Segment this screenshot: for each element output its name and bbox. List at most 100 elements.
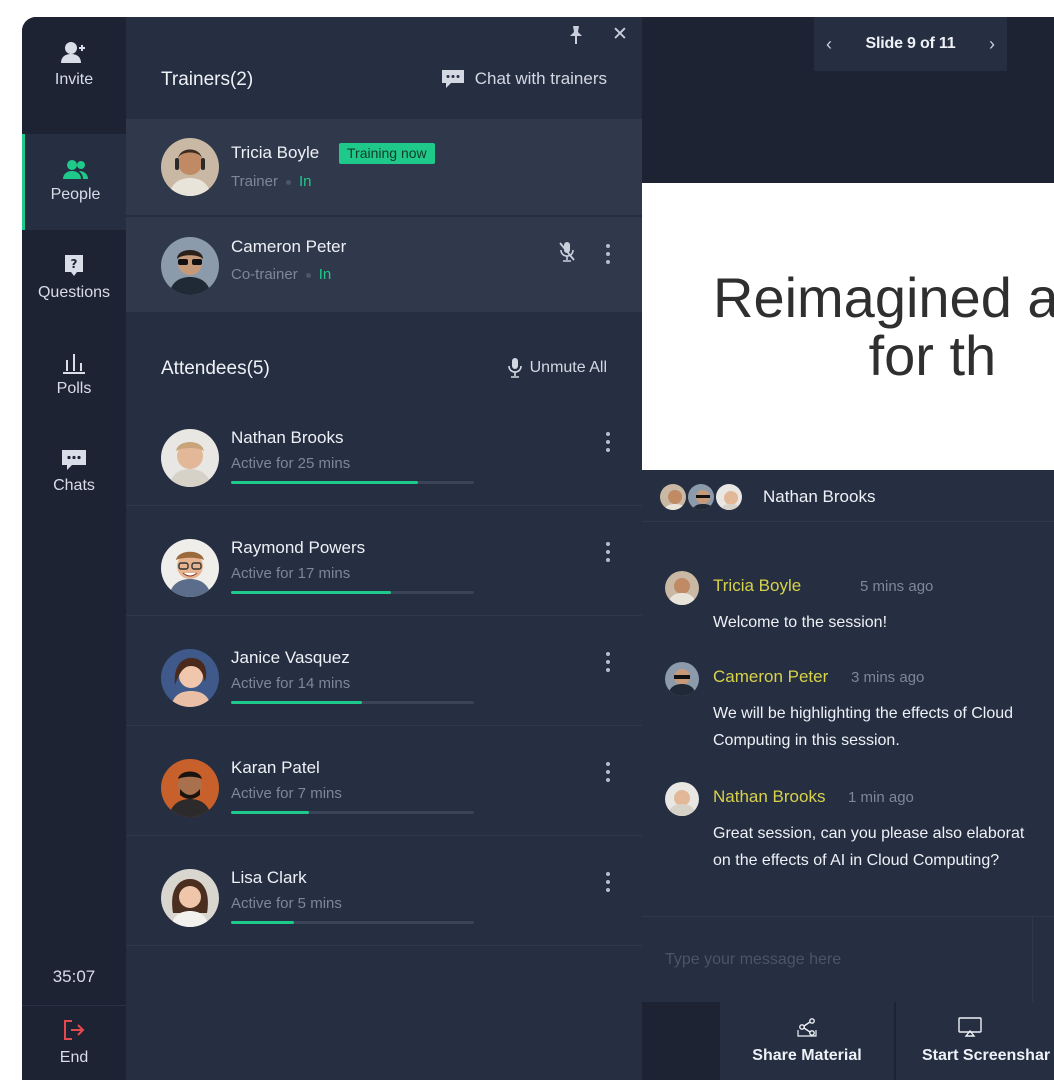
chat-with-trainers-label: Chat with trainers bbox=[474, 69, 607, 88]
trainer-status: In bbox=[298, 173, 312, 190]
chat-header[interactable]: Nathan Brooks bbox=[642, 470, 1054, 522]
more-options-icon[interactable] bbox=[606, 872, 610, 892]
more-options-icon[interactable] bbox=[606, 244, 610, 264]
attendee-name: Karan Patel bbox=[231, 758, 320, 777]
attendee-active-time: Active for 7 mins bbox=[231, 785, 342, 802]
app-window: Invite People ? Questions Polls Chats 35… bbox=[22, 17, 1054, 1080]
rail-polls-label: Polls bbox=[56, 380, 92, 397]
avatar bbox=[161, 649, 219, 707]
composer-divider bbox=[1032, 917, 1033, 1002]
message-composer bbox=[642, 916, 1054, 1002]
more-options-icon[interactable] bbox=[606, 652, 610, 672]
pin-icon[interactable] bbox=[568, 25, 584, 50]
activity-progress-fill bbox=[231, 921, 295, 924]
rail-people-label: People bbox=[50, 186, 101, 203]
attendee-active-time: Active for 25 mins bbox=[231, 455, 351, 472]
activity-progress-bar bbox=[231, 811, 474, 814]
trainers-header: ✕ Trainers(2) Chat with trainers bbox=[126, 17, 642, 119]
trainer-role-label: Trainer bbox=[231, 173, 278, 190]
rail-chats-button[interactable]: Chats bbox=[22, 424, 126, 520]
attendee-row[interactable]: Janice Vasquez Active for 14 mins bbox=[126, 616, 642, 726]
more-options-icon[interactable] bbox=[606, 432, 610, 452]
message-text: Great session, can you please also elabo… bbox=[713, 825, 1025, 869]
close-icon[interactable]: ✕ bbox=[612, 25, 628, 44]
avatar bbox=[161, 237, 219, 295]
slide-navigator: ‹ Slide 9 of 11 › bbox=[814, 17, 1007, 71]
activity-progress-bar bbox=[231, 481, 474, 484]
trainer-row[interactable]: Cameron Peter Co-trainer In bbox=[126, 216, 642, 312]
avatar bbox=[665, 662, 699, 696]
attendee-row[interactable]: Nathan Brooks Active for 25 mins bbox=[126, 396, 642, 506]
more-options-icon[interactable] bbox=[606, 542, 610, 562]
attendee-row[interactable]: Karan Patel Active for 7 mins bbox=[126, 726, 642, 836]
message-text: We will be highlighting the effects of C… bbox=[713, 705, 1014, 749]
exit-icon bbox=[64, 1020, 85, 1040]
rail-people-button[interactable]: People bbox=[22, 134, 126, 230]
start-screenshare-label: Start Screenshar bbox=[922, 1047, 1051, 1064]
people-panel: ✕ Trainers(2) Chat with trainers Tricia … bbox=[126, 17, 642, 1080]
rail-invite-label: Invite bbox=[54, 71, 94, 88]
activity-progress-bar bbox=[231, 921, 474, 924]
microphone-icon bbox=[507, 358, 522, 378]
message-text: Welcome to the session! bbox=[713, 614, 888, 631]
trainer-role: Co-trainer In bbox=[231, 266, 331, 283]
trainer-status: In bbox=[318, 266, 332, 283]
chat-bubble-icon bbox=[62, 450, 86, 470]
share-material-label: Share Material bbox=[752, 1047, 862, 1064]
trainer-role-label: Co-trainer bbox=[231, 266, 298, 283]
activity-progress-fill bbox=[231, 701, 363, 704]
activity-progress-bar bbox=[231, 701, 474, 704]
attendee-name: Nathan Brooks bbox=[231, 428, 344, 447]
avatar bbox=[161, 429, 219, 487]
trainer-name: Cameron Peter bbox=[231, 237, 347, 256]
attendee-name: Raymond Powers bbox=[231, 538, 366, 557]
activity-progress-fill bbox=[231, 811, 309, 814]
attendee-name: Janice Vasquez bbox=[231, 648, 350, 667]
rail-questions-label: Questions bbox=[37, 284, 111, 301]
presentation-slide: Reimagined a for th bbox=[642, 183, 1054, 470]
separator-dot bbox=[305, 272, 311, 278]
attendee-row[interactable]: Raymond Powers Active for 17 mins bbox=[126, 506, 642, 616]
chevron-left-icon[interactable]: ‹ bbox=[826, 34, 832, 55]
share-icon bbox=[797, 1018, 817, 1037]
avatar bbox=[665, 782, 699, 816]
left-rail: Invite People ? Questions Polls Chats 35… bbox=[22, 17, 126, 1080]
avatar bbox=[161, 539, 219, 597]
unmute-all-label: Unmute All bbox=[529, 359, 607, 376]
rail-polls-button[interactable]: Polls bbox=[22, 327, 126, 423]
chat-with-trainers-button[interactable]: Chat with trainers bbox=[441, 69, 607, 89]
trainer-row[interactable]: Tricia Boyle Training now Trainer In bbox=[126, 119, 642, 215]
attendee-name: Lisa Clark bbox=[231, 868, 307, 887]
end-session-button[interactable]: End bbox=[22, 1005, 126, 1080]
more-options-icon[interactable] bbox=[606, 762, 610, 782]
separator-dot bbox=[285, 179, 291, 185]
share-material-button[interactable]: Share Material bbox=[720, 1002, 894, 1080]
avatar bbox=[161, 138, 219, 196]
unmute-all-button[interactable]: Unmute All bbox=[507, 358, 607, 378]
avatar bbox=[686, 482, 716, 512]
message-time: 1 min ago bbox=[848, 789, 914, 806]
start-screenshare-button[interactable]: Start Screenshar bbox=[896, 1002, 1054, 1080]
rail-questions-button[interactable]: ? Questions bbox=[22, 230, 126, 326]
attendees-title: Attendees(5) bbox=[161, 358, 270, 379]
attendee-active-time: Active for 5 mins bbox=[231, 895, 342, 912]
activity-progress-fill bbox=[231, 591, 392, 594]
attendee-row[interactable]: Lisa Clark Active for 5 mins bbox=[126, 836, 642, 946]
end-label: End bbox=[59, 1049, 89, 1066]
chat-bubble-icon bbox=[441, 70, 464, 88]
message-input[interactable] bbox=[642, 917, 1032, 1002]
avatar bbox=[161, 869, 219, 927]
bottom-toolbar: Share Material Start Screenshar bbox=[642, 1002, 1054, 1080]
avatar bbox=[658, 482, 688, 512]
rail-invite-button[interactable]: Invite bbox=[22, 17, 126, 113]
question-icon: ? bbox=[65, 255, 83, 276]
message-time: 5 mins ago bbox=[860, 578, 934, 595]
training-now-badge: Training now bbox=[339, 143, 435, 164]
chevron-right-icon[interactable]: › bbox=[989, 34, 995, 55]
attendee-active-time: Active for 17 mins bbox=[231, 565, 351, 582]
session-timer: 35:07 bbox=[52, 967, 96, 986]
message-time: 3 mins ago bbox=[851, 669, 925, 686]
people-icon bbox=[62, 160, 88, 179]
svg-text:?: ? bbox=[71, 257, 78, 271]
mic-muted-icon[interactable] bbox=[558, 241, 576, 268]
